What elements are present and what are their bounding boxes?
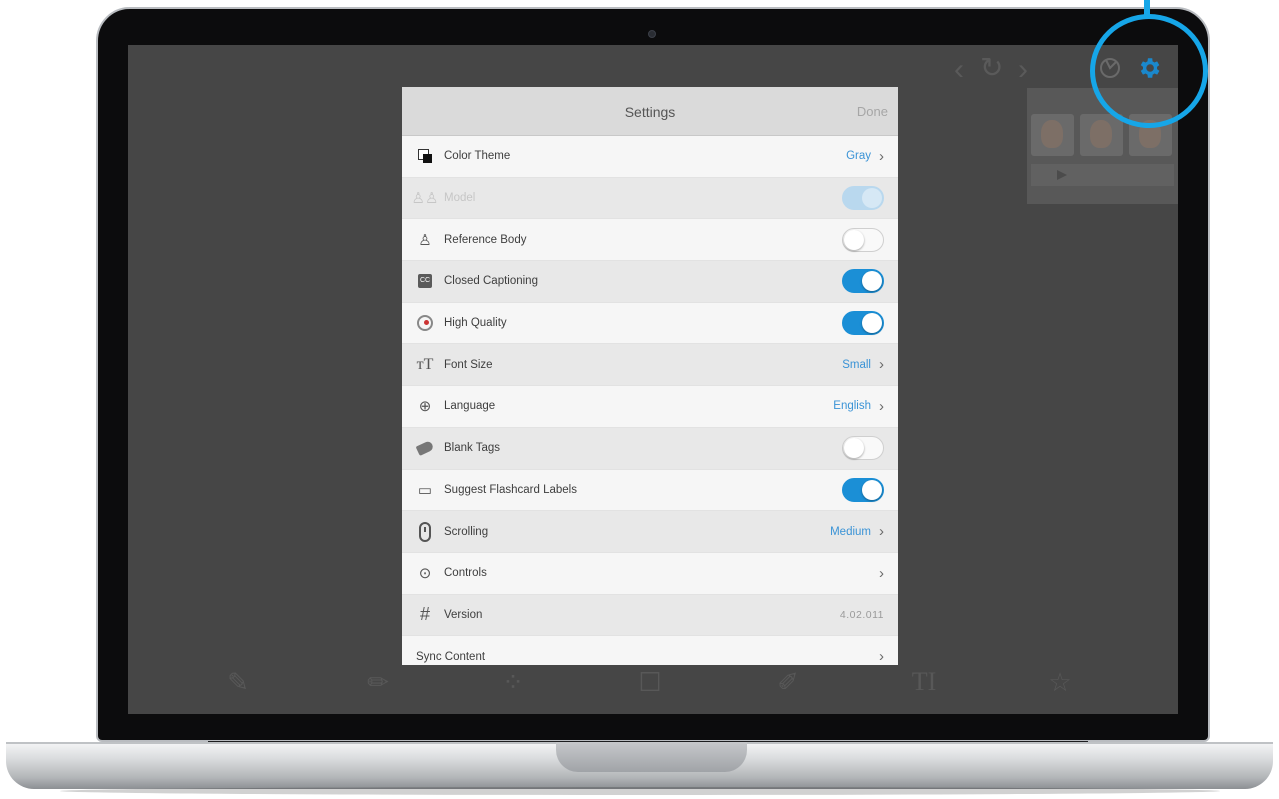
closed-captioning-toggle[interactable] [842,269,884,294]
settings-header: Settings Done [402,87,898,136]
chevron-right-icon: › [879,397,884,415]
toolbar-glyph: ✐ [777,667,799,697]
settings-row-scrolling[interactable]: Scrolling Medium › [402,511,898,553]
font-size-icon: ᴛT [416,355,434,373]
settings-row-model: ♙♙ Model [402,177,898,220]
related-thumbnail[interactable] [1031,114,1074,156]
back-arrow-icon[interactable]: ‹ [954,55,964,85]
settings-row-reference-body[interactable]: ♙ Reference Body [402,219,898,262]
toolbar-item-1[interactable]: ✏ [328,666,428,698]
settings-modal: Settings Done Color Theme Gray › ♙♙ Mode… [402,87,898,665]
row-value: Small [842,358,871,371]
toolbar-glyph: ☐ [638,667,662,697]
version-value: 4.02.011 [839,608,884,621]
language-icon: ⊕ [418,398,432,416]
model-toggle [842,186,884,211]
model-icon: ♙♙ [411,190,439,208]
high-quality-icon [414,312,436,334]
chevron-right-icon: › [879,356,884,374]
toolbar-item-4[interactable]: ✐ [738,666,838,698]
toolbar-item-3[interactable]: ☐ [600,666,700,698]
page-title: Settings [624,104,676,120]
color-theme-icon [414,145,436,167]
controls-icon: ⊙ [418,565,432,583]
chevron-right-icon: › [879,564,884,582]
settings-row-color-theme[interactable]: Color Theme Gray › [402,136,898,178]
row-label: High Quality [444,317,507,330]
play-icon[interactable] [1031,164,1174,186]
toolbar-item-2[interactable]: ⁘ [463,666,563,698]
row-label: Suggest Flashcard Labels [444,483,577,496]
row-label: Controls [444,567,487,580]
chevron-right-icon: › [879,147,884,165]
toolbar-item-5[interactable]: TI [874,666,974,698]
laptop-notch [556,742,747,772]
blank-tags-toggle[interactable] [842,436,884,461]
reset-view-icon[interactable]: ↻ [980,53,1003,83]
row-label: Language [444,400,496,413]
row-label: Reference Body [444,233,527,246]
flashcard-icon: ▭ [417,481,433,499]
settings-row-controls[interactable]: ⊙ Controls › [402,552,898,595]
toolbar-glyph: ☆ [1048,667,1072,697]
row-label: Scrolling [444,525,489,538]
mouse-scroll-icon [414,521,436,543]
forward-arrow-icon[interactable]: › [1018,55,1028,85]
closed-captioning-icon: CC [414,270,436,292]
row-label: Color Theme [444,150,511,163]
hash-icon: # [419,604,430,625]
row-label: Model [444,192,476,205]
highlight-circle [1090,14,1208,128]
row-value: English [833,400,871,413]
reference-body-icon: ♙ [418,231,432,249]
row-value: Medium [830,525,871,538]
laptop-shadow [60,787,1220,795]
row-value: Gray [846,150,871,163]
done-button[interactable]: Done [857,104,888,119]
row-label: Font Size [444,358,493,371]
settings-row-language[interactable]: ⊕ Language English › [402,386,898,428]
settings-row-high-quality[interactable]: High Quality [402,302,898,345]
settings-row-sync-content[interactable]: Sync Content › [402,636,898,665]
settings-row-blank-tags[interactable]: Blank Tags [402,427,898,470]
toolbar-item-6[interactable]: ☆ [1010,666,1110,698]
settings-row-closed-captioning[interactable]: CC Closed Captioning [402,261,898,303]
suggest-flashcard-labels-toggle[interactable] [842,477,884,502]
high-quality-toggle[interactable] [842,311,884,336]
related-thumbnail[interactable] [1080,114,1123,156]
toolbar-glyph: ⁘ [502,667,524,697]
toolbar-glyph: ✎ [227,667,249,697]
toolbar-glyph: TI [911,667,937,696]
chevron-right-icon: › [879,523,884,541]
row-label: Closed Captioning [444,275,538,288]
settings-row-suggest-flashcard-labels[interactable]: ▭ Suggest Flashcard Labels [402,469,898,512]
row-label: Blank Tags [444,442,501,455]
settings-row-font-size[interactable]: ᴛT Font Size Small › [402,344,898,387]
settings-row-version: # Version 4.02.011 [402,594,898,637]
bottom-toolbar: ✎ ✏ ⁘ ☐ ✐ TI ☆ [128,660,1178,714]
chevron-right-icon: › [879,648,884,665]
camera-icon [648,30,656,38]
toolbar-glyph: ✏ [367,667,389,697]
row-label: Version [444,608,483,621]
reference-body-toggle[interactable] [842,227,884,252]
row-label: Sync Content [416,650,486,663]
tag-icon [414,437,436,459]
toolbar-item-0[interactable]: ✎ [188,666,288,698]
